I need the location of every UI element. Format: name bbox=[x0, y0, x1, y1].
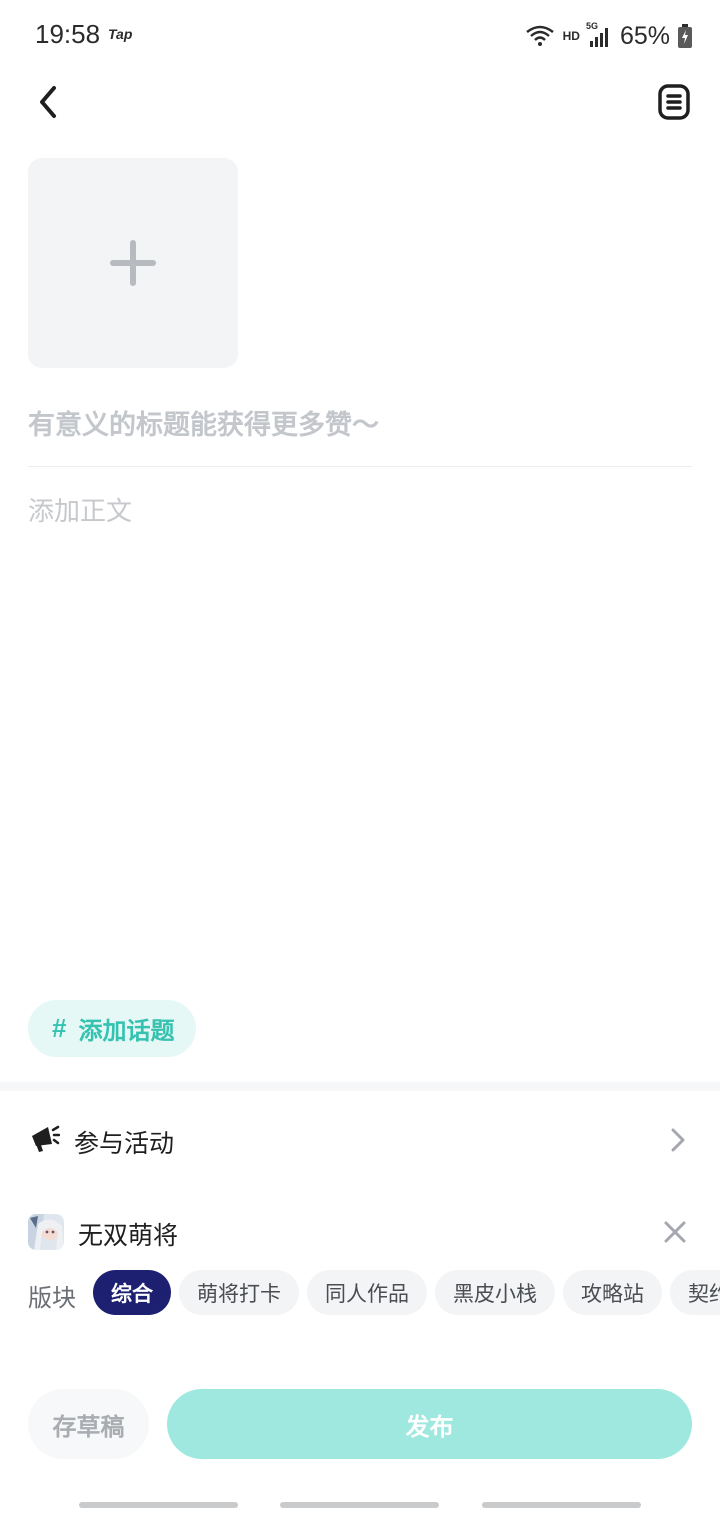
plus-icon bbox=[110, 240, 156, 286]
selected-game-row: 无双萌将 bbox=[0, 1205, 720, 1261]
signal-group: 5G bbox=[586, 21, 612, 47]
add-topic-label: 添加话题 bbox=[78, 1017, 175, 1045]
megaphone-icon bbox=[32, 1125, 60, 1152]
save-draft-button[interactable]: 存草稿 bbox=[28, 1389, 149, 1459]
section-tag-list: 综合 萌将打卡 同人作品 黑皮小栈 攻略站 契约 bbox=[93, 1270, 720, 1315]
title-input[interactable] bbox=[28, 400, 692, 450]
wifi-icon bbox=[525, 25, 554, 46]
network-hd-label: HD bbox=[562, 29, 580, 43]
title-divider bbox=[28, 466, 692, 467]
document-list-icon bbox=[658, 84, 690, 120]
drafts-button[interactable] bbox=[652, 80, 696, 124]
join-activity-row[interactable]: 参与活动 bbox=[0, 1108, 720, 1174]
network-5g-label: 5G bbox=[585, 21, 598, 31]
game-name: 无双萌将 bbox=[78, 1221, 179, 1250]
section-divider bbox=[0, 1082, 720, 1091]
section-tag[interactable]: 攻略站 bbox=[563, 1270, 662, 1315]
add-image-button[interactable] bbox=[28, 158, 238, 368]
section-tag[interactable]: 契约 bbox=[670, 1270, 720, 1315]
chevron-right-icon bbox=[671, 1128, 685, 1152]
status-icons: HD 5G 65% bbox=[525, 19, 692, 53]
section-tag[interactable]: 同人作品 bbox=[307, 1270, 427, 1315]
nav-pill-left[interactable] bbox=[79, 1502, 238, 1508]
battery-percent: 65% bbox=[619, 21, 670, 50]
section-tag[interactable]: 综合 bbox=[93, 1270, 171, 1315]
remove-game-button[interactable] bbox=[658, 1215, 692, 1249]
battery-charging-icon bbox=[678, 24, 692, 48]
status-app-badge: Tap bbox=[108, 26, 133, 42]
nav-pill-center[interactable] bbox=[280, 1502, 439, 1508]
body-input[interactable] bbox=[28, 490, 692, 960]
nav-pill-right[interactable] bbox=[482, 1502, 641, 1508]
section-tag[interactable]: 萌将打卡 bbox=[179, 1270, 299, 1315]
add-topic-button[interactable]: # 添加话题 bbox=[28, 1000, 197, 1057]
close-icon bbox=[664, 1221, 686, 1243]
hash-icon: # bbox=[52, 1013, 67, 1043]
publish-button[interactable]: 发布 bbox=[167, 1389, 692, 1459]
chevron-left-icon bbox=[40, 86, 56, 118]
section-tag[interactable]: 黑皮小栈 bbox=[435, 1270, 555, 1315]
join-activity-label: 参与活动 bbox=[74, 1129, 175, 1158]
section-label: 版块 bbox=[28, 1284, 76, 1312]
game-avatar bbox=[28, 1214, 64, 1250]
back-button[interactable] bbox=[26, 80, 70, 124]
status-time: 19:58 bbox=[35, 19, 101, 49]
